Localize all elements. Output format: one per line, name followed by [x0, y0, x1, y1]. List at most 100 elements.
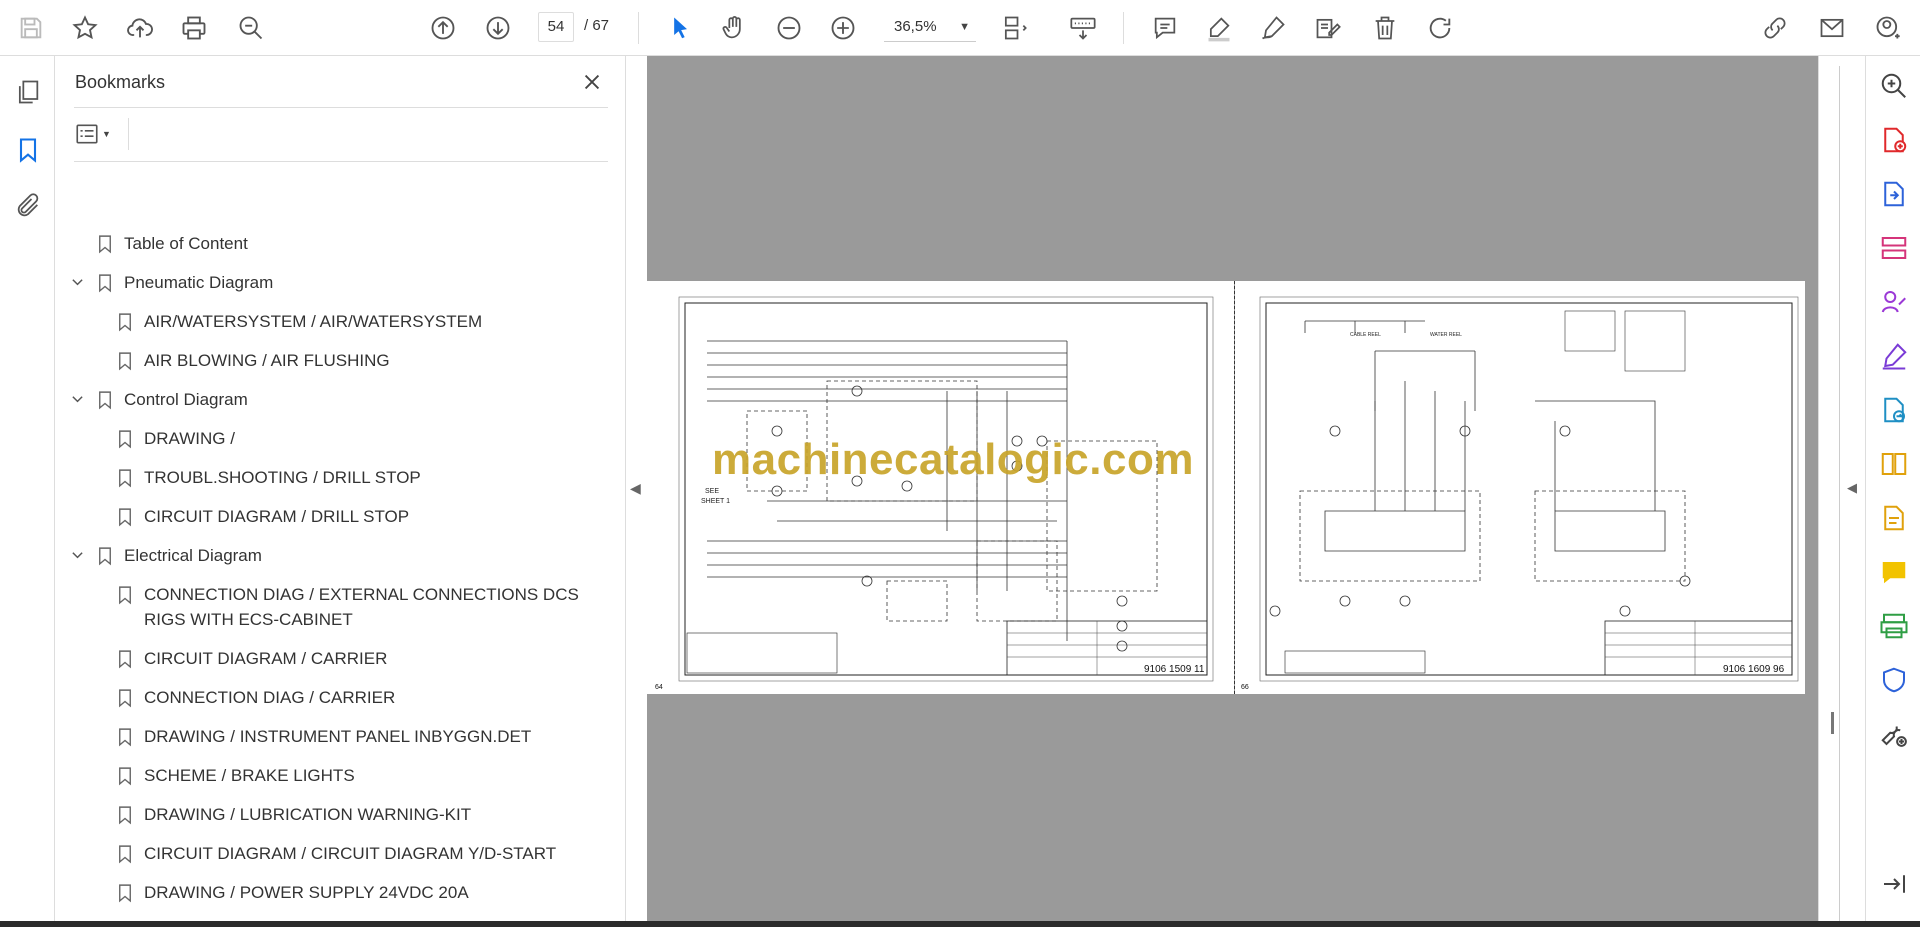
- viewer-scroll-edge: ◀: [1818, 56, 1864, 922]
- attachment-icon[interactable]: [8, 186, 48, 226]
- zoom-level-select[interactable]: 36,5% ▼: [884, 12, 976, 42]
- bookmark-label: CONNECTION DIAG / CARRIER: [144, 688, 396, 707]
- page-thumbnails-icon[interactable]: [8, 72, 48, 112]
- document-viewer[interactable]: SEE SHEET 1 9106 1509 11 64 CABLE REEL W…: [647, 56, 1819, 922]
- account-icon[interactable]: [1868, 8, 1908, 48]
- bookmark-label-continued: RIGS WITH ECS-CABINET: [144, 610, 353, 629]
- export-icon[interactable]: [1876, 392, 1912, 428]
- bookmark-icon: [98, 231, 114, 256]
- organize-pages-icon[interactable]: [1876, 230, 1912, 266]
- comment-icon[interactable]: [1145, 8, 1185, 48]
- zoom-level-value: 36,5%: [894, 18, 937, 35]
- zoom-in-icon[interactable]: [823, 8, 863, 48]
- bookmark-panel-icon[interactable]: [8, 130, 48, 170]
- highlight-icon[interactable]: [1199, 8, 1239, 48]
- zoom-search-icon[interactable]: [1876, 68, 1912, 104]
- close-icon[interactable]: [576, 66, 608, 98]
- bookmark-icon: [118, 724, 134, 749]
- left-nav-rail: [0, 56, 55, 927]
- upload-icon[interactable]: [120, 8, 160, 48]
- bookmark-icon: [118, 685, 134, 710]
- see-sheet-label: SEE: [705, 488, 719, 495]
- keyboard-icon[interactable]: [1063, 8, 1103, 48]
- collapse-panel-icon[interactable]: ◀: [630, 480, 641, 497]
- schematic-drawing-right: CABLE REEL WATER REEL 9106 1609 96 66: [1241, 296, 1799, 691]
- see-sheet-label-2: SHEET 1: [701, 498, 730, 505]
- chevron-down-icon: ▼: [959, 21, 970, 33]
- drawing-number: 9106 1509 11: [1144, 664, 1205, 675]
- star-icon[interactable]: [65, 8, 105, 48]
- expand-panel-icon[interactable]: [1876, 866, 1912, 902]
- chevron-down-icon[interactable]: [68, 270, 86, 295]
- hand-icon[interactable]: [714, 8, 754, 48]
- bookmark-label: CIRCUIT DIAGRAM / CARRIER: [144, 649, 388, 668]
- bookmark-icon: [118, 802, 134, 827]
- more-tools-icon[interactable]: [1876, 716, 1912, 752]
- bookmark-icon: [118, 504, 134, 529]
- bookmark-icon: [118, 426, 134, 451]
- bookmark-icon: [98, 387, 114, 412]
- draw-icon[interactable]: [1253, 8, 1293, 48]
- zoom-out-icon[interactable]: [769, 8, 809, 48]
- bookmark-label: AIR BLOWING / AIR FLUSHING: [144, 351, 390, 370]
- bookmark-icon: [118, 841, 134, 866]
- bookmark-label: Table of Content: [124, 234, 248, 253]
- delete-icon[interactable]: [1365, 8, 1405, 48]
- page-label: 66: [1241, 684, 1249, 691]
- rotate-icon[interactable]: [1420, 8, 1460, 48]
- document-page-left: SEE SHEET 1 9106 1509 11 64: [647, 281, 1234, 694]
- bookmark-options-button[interactable]: ▼: [74, 118, 122, 150]
- document-scrollbar[interactable]: [1831, 712, 1834, 734]
- taskbar-strip: [0, 921, 1920, 927]
- comment-tool-icon[interactable]: [1876, 554, 1912, 590]
- bookmark-icon: [98, 543, 114, 568]
- page-down-icon[interactable]: [478, 8, 518, 48]
- bookmark-label: DRAWING /: [144, 429, 235, 448]
- page-divider: [1234, 281, 1235, 694]
- watermark-text: machinecatalogic.com: [712, 435, 1194, 484]
- toolbar-divider: [1123, 12, 1124, 44]
- email-icon[interactable]: [1812, 8, 1852, 48]
- share-link-icon[interactable]: [1755, 8, 1795, 48]
- print-icon[interactable]: [174, 8, 214, 48]
- cable-reel-label: CABLE REEL: [1350, 332, 1381, 338]
- main-toolbar: 54 / 67 36,5% ▼: [0, 0, 1920, 56]
- page-number-input[interactable]: 54: [538, 12, 574, 42]
- bookmark-label: AIR/WATERSYSTEM / AIR/WATERSYSTEM: [144, 312, 483, 331]
- stamp-icon[interactable]: [1308, 8, 1348, 48]
- bookmark-label: Electrical Diagram: [124, 546, 262, 565]
- bookmark-label: CONNECTION DIAG / EXTERNAL CONNECTIONS D…: [144, 585, 579, 604]
- schematic-drawing-left: SEE SHEET 1 9106 1509 11 64: [655, 296, 1214, 691]
- request-signature-icon[interactable]: [1876, 284, 1912, 320]
- save-icon[interactable]: [11, 8, 51, 48]
- divider: [128, 118, 129, 150]
- bookmark-icon: [118, 465, 134, 490]
- edit-pdf-icon[interactable]: [1876, 500, 1912, 536]
- export-pdf-icon[interactable]: [1876, 176, 1912, 212]
- compare-icon[interactable]: [1876, 446, 1912, 482]
- bookmark-list: Table of Content Pneumatic Diagram AIR/W…: [56, 166, 596, 922]
- bookmark-icon: [118, 348, 134, 373]
- divider: [74, 107, 608, 108]
- chevron-down-icon[interactable]: [68, 543, 86, 568]
- tools-rail: [1865, 56, 1920, 927]
- search-zoom-icon[interactable]: [231, 8, 271, 48]
- page-up-icon[interactable]: [423, 8, 463, 48]
- collapse-tools-icon[interactable]: ◀: [1847, 480, 1857, 496]
- divider: [74, 161, 608, 162]
- chevron-down-icon: ▼: [102, 129, 111, 139]
- panel-title: Bookmarks: [75, 72, 166, 92]
- bookmark-icon: [98, 270, 114, 295]
- print-production-icon[interactable]: [1876, 608, 1912, 644]
- bookmarks-panel: Bookmarks ▼ Table of Content Pneumatic D…: [56, 56, 666, 922]
- bookmark-label: TROUBL.SHOOTING / DRILL STOP: [144, 468, 421, 487]
- select-cursor-icon[interactable]: [660, 8, 700, 48]
- page-fit-icon[interactable]: [994, 8, 1034, 48]
- protect-icon[interactable]: [1876, 662, 1912, 698]
- fill-sign-icon[interactable]: [1876, 338, 1912, 374]
- document-page-right: CABLE REEL WATER REEL 9106 1609 96 66: [1235, 281, 1805, 694]
- chevron-down-icon[interactable]: [68, 387, 86, 412]
- create-pdf-icon[interactable]: [1876, 122, 1912, 158]
- bookmark-label: Control Diagram: [124, 390, 248, 409]
- scroll-track: [1839, 66, 1840, 922]
